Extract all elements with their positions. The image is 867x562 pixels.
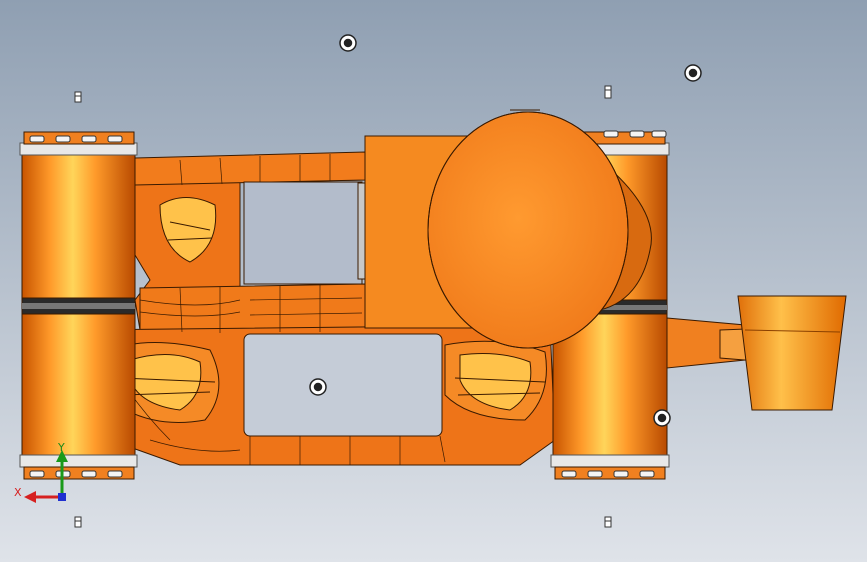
cup-attachment[interactable] (666, 295, 847, 411)
triad-x-label: X (14, 486, 22, 499)
graphics-viewport[interactable]: X Y (0, 0, 867, 562)
model-canvas[interactable] (0, 0, 867, 562)
triad-y-label: Y (58, 441, 65, 454)
left-roller[interactable] (19, 131, 138, 480)
